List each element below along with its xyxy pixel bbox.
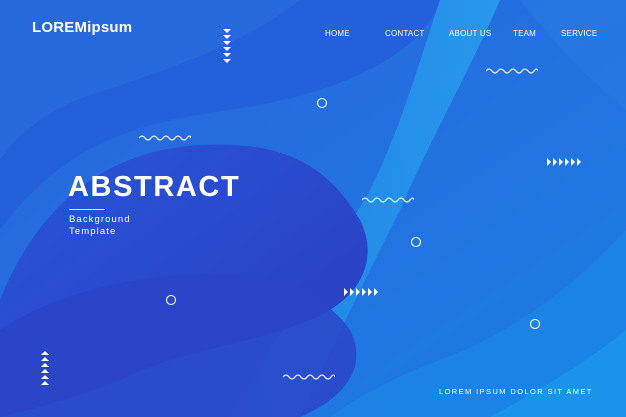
triangle-arrows-icon xyxy=(41,351,49,385)
nav-item-contact[interactable]: CONTACT xyxy=(385,29,424,38)
zigzag-icon xyxy=(283,374,335,380)
zigzag-icon xyxy=(486,68,538,74)
hero-subtitle-line1: Background xyxy=(69,214,131,225)
nav-item-home[interactable]: HOME xyxy=(325,29,350,38)
hero-divider xyxy=(69,209,105,210)
ring-icon xyxy=(529,318,541,330)
ring-icon xyxy=(165,294,177,306)
zigzag-icon xyxy=(139,135,191,141)
hero-title: ABSTRACT xyxy=(68,171,241,203)
triangle-arrows-icon xyxy=(344,288,378,296)
zigzag-icon xyxy=(362,197,414,203)
landing-page: LOREMipsum HOME CONTACT ABOUT US TEAM SE… xyxy=(0,0,626,417)
hero-subtitle-line2: Template xyxy=(69,226,117,237)
nav-item-team[interactable]: TEAM xyxy=(513,29,536,38)
footer-tagline: LOREM IPSUM DOLOR SIT AMET xyxy=(439,387,593,396)
triangle-arrows-icon xyxy=(547,158,581,166)
ring-icon xyxy=(316,97,328,109)
ring-icon xyxy=(410,236,422,248)
nav-item-service[interactable]: SERVICE xyxy=(561,29,597,38)
top-navigation: HOME CONTACT ABOUT US TEAM SERVICE xyxy=(0,29,626,41)
nav-item-about-us[interactable]: ABOUT US xyxy=(449,29,491,38)
